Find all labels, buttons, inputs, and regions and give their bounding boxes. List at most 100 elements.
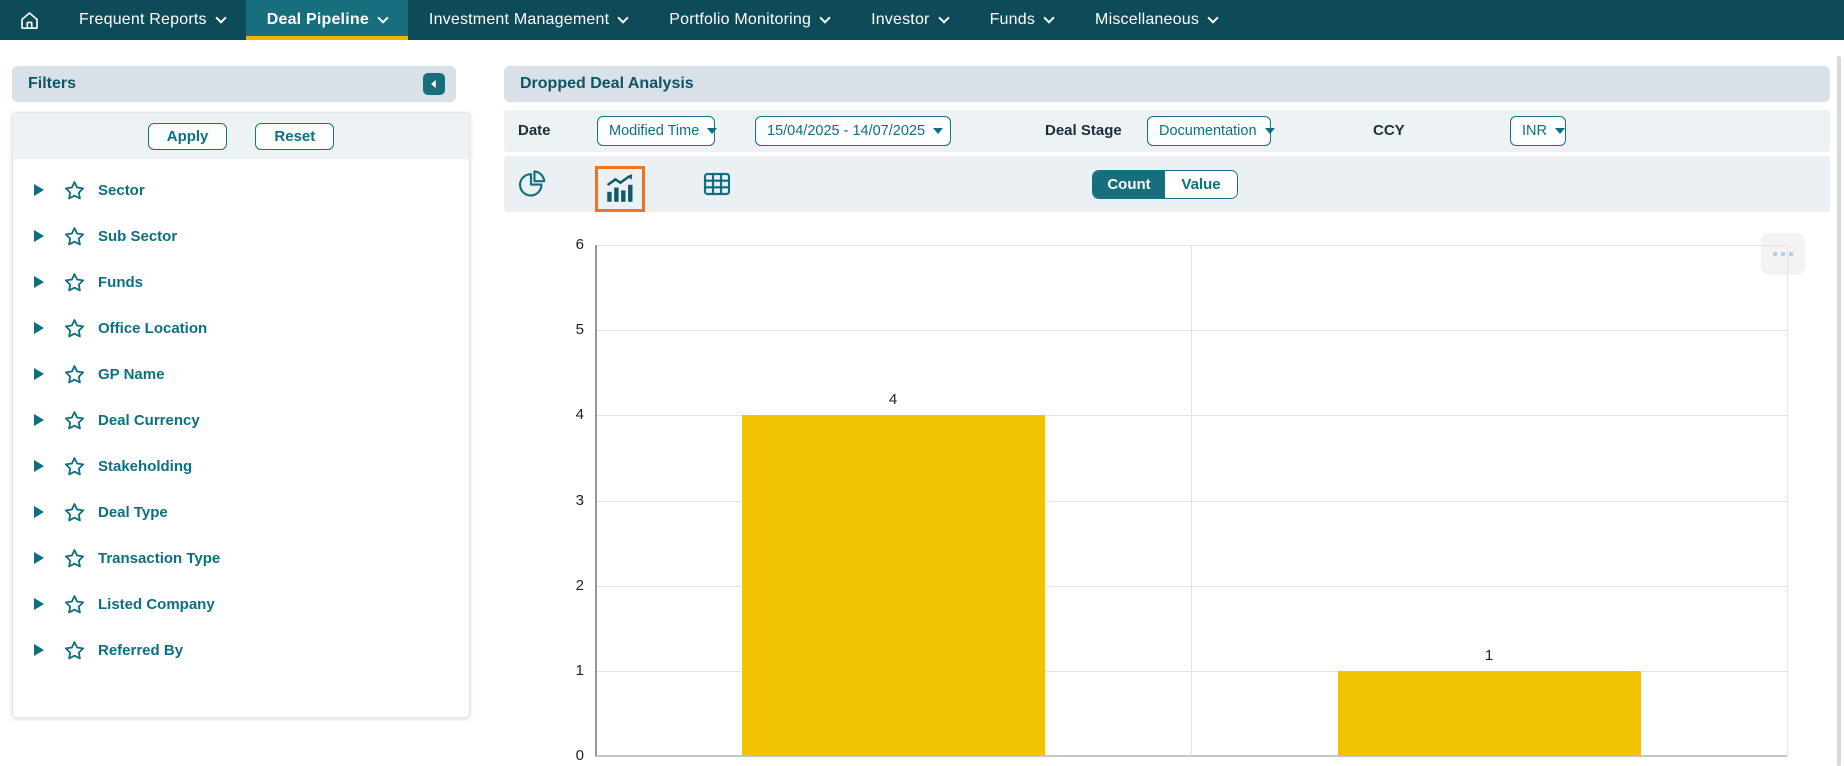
filter-item-office-location[interactable]: Office Location bbox=[13, 305, 469, 351]
nav-item-label: Funds bbox=[990, 11, 1035, 29]
star-icon[interactable] bbox=[63, 639, 86, 662]
chevron-down-icon bbox=[215, 12, 226, 23]
filter-item-sector[interactable]: Sector bbox=[13, 167, 469, 213]
ccy-dropdown[interactable]: INR bbox=[1510, 116, 1566, 146]
filter-item-label: Sector bbox=[98, 182, 145, 199]
nav-item-investment-management[interactable]: Investment Management bbox=[408, 0, 648, 40]
apply-button[interactable]: Apply bbox=[148, 123, 228, 150]
y-axis-line bbox=[595, 245, 597, 756]
expand-triangle-icon[interactable] bbox=[34, 552, 44, 564]
star-icon[interactable] bbox=[63, 317, 86, 340]
y-axis-tick-label: 3 bbox=[514, 492, 584, 510]
expand-triangle-icon[interactable] bbox=[34, 460, 44, 472]
expand-triangle-icon[interactable] bbox=[34, 184, 44, 196]
three-dots-icon bbox=[1781, 252, 1786, 257]
date-range-dropdown[interactable]: 15/04/2025 - 14/07/2025 bbox=[755, 116, 951, 146]
filter-item-listed-company[interactable]: Listed Company bbox=[13, 581, 469, 627]
table-view-button[interactable] bbox=[700, 167, 734, 201]
chevron-down-icon bbox=[377, 12, 388, 23]
table-icon bbox=[701, 168, 733, 200]
date-field-dropdown[interactable]: Modified Time bbox=[597, 116, 715, 146]
nav-item-label: Investor bbox=[871, 11, 930, 29]
vertical-gridline bbox=[1787, 245, 1788, 756]
star-icon[interactable] bbox=[63, 501, 86, 524]
value-toggle-button[interactable]: Value bbox=[1165, 171, 1237, 198]
star-icon[interactable] bbox=[63, 225, 86, 248]
nav-item-investor[interactable]: Investor bbox=[850, 0, 969, 40]
star-icon[interactable] bbox=[63, 593, 86, 616]
metric-toggle: Count Value bbox=[1092, 170, 1238, 199]
bar-chart-view-button[interactable] bbox=[595, 166, 645, 212]
expand-triangle-icon[interactable] bbox=[34, 368, 44, 380]
collapse-filters-button[interactable] bbox=[423, 73, 445, 95]
dropdown-caret-icon bbox=[707, 128, 717, 134]
star-icon[interactable] bbox=[63, 409, 86, 432]
bar-data-point-1[interactable] bbox=[1338, 671, 1641, 756]
filter-item-gp-name[interactable]: GP Name bbox=[13, 351, 469, 397]
chevron-down-icon bbox=[1043, 12, 1054, 23]
three-dots-icon bbox=[1773, 252, 1778, 257]
expand-triangle-icon[interactable] bbox=[34, 644, 44, 656]
filter-item-label: Sub Sector bbox=[98, 228, 177, 245]
top-nav: Frequent ReportsDeal PipelineInvestment … bbox=[0, 0, 1844, 40]
chart-context-menu-button[interactable] bbox=[1761, 233, 1805, 275]
filter-item-deal-currency[interactable]: Deal Currency bbox=[13, 397, 469, 443]
expand-triangle-icon[interactable] bbox=[34, 506, 44, 518]
filter-item-referred-by[interactable]: Referred By bbox=[13, 627, 469, 673]
y-axis-tick-label: 4 bbox=[514, 406, 584, 424]
bar-chart-icon bbox=[603, 172, 637, 206]
deal-stage-dropdown[interactable]: Documentation bbox=[1147, 116, 1271, 146]
filter-item-deal-type[interactable]: Deal Type bbox=[13, 489, 469, 535]
filter-item-label: Referred By bbox=[98, 642, 183, 659]
bar-data-point-0[interactable] bbox=[742, 415, 1045, 756]
nav-item-portfolio-monitoring[interactable]: Portfolio Monitoring bbox=[648, 0, 850, 40]
nav-item-label: Portfolio Monitoring bbox=[669, 11, 811, 29]
dropdown-caret-icon bbox=[1265, 128, 1275, 134]
nav-item-frequent-reports[interactable]: Frequent Reports bbox=[58, 0, 246, 40]
filter-item-label: Deal Currency bbox=[98, 412, 200, 429]
filter-item-sub-sector[interactable]: Sub Sector bbox=[13, 213, 469, 259]
filter-item-funds[interactable]: Funds bbox=[13, 259, 469, 305]
expand-triangle-icon[interactable] bbox=[34, 598, 44, 610]
filter-item-transaction-type[interactable]: Transaction Type bbox=[13, 535, 469, 581]
y-axis-tick-label: 1 bbox=[514, 662, 584, 680]
filters-panel: Apply Reset Sector Sub Sector FundsOffice … bbox=[12, 112, 470, 718]
reset-button[interactable]: Reset bbox=[255, 123, 334, 150]
filters-panel-header: Filters bbox=[12, 66, 456, 102]
filter-item-label: Transaction Type bbox=[98, 550, 220, 567]
main-panel-header: Dropped Deal Analysis bbox=[504, 66, 1830, 102]
star-icon[interactable] bbox=[63, 363, 86, 386]
filter-item-label: Listed Company bbox=[98, 596, 215, 613]
star-icon[interactable] bbox=[63, 455, 86, 478]
filter-item-label: Deal Type bbox=[98, 504, 168, 521]
filters-title: Filters bbox=[28, 75, 76, 93]
y-axis-tick-label: 0 bbox=[514, 747, 584, 765]
star-icon[interactable] bbox=[63, 547, 86, 570]
expand-triangle-icon[interactable] bbox=[34, 414, 44, 426]
nav-item-deal-pipeline[interactable]: Deal Pipeline bbox=[246, 0, 408, 40]
star-icon[interactable] bbox=[63, 179, 86, 202]
nav-item-label: Miscellaneous bbox=[1095, 11, 1199, 29]
count-toggle-button[interactable]: Count bbox=[1093, 171, 1165, 198]
chart-toolbar-row: Count Value bbox=[504, 156, 1830, 212]
nav-item-funds[interactable]: Funds bbox=[969, 0, 1074, 40]
chevron-down-icon bbox=[938, 12, 949, 23]
vertical-scrollbar[interactable] bbox=[1837, 56, 1841, 766]
nav-item-miscellaneous[interactable]: Miscellaneous bbox=[1074, 0, 1238, 40]
home-icon bbox=[18, 9, 41, 32]
vertical-gridline bbox=[1191, 245, 1192, 756]
deal-stage-value: Documentation bbox=[1159, 123, 1257, 139]
expand-triangle-icon[interactable] bbox=[34, 322, 44, 334]
deal-stage-label: Deal Stage bbox=[1045, 122, 1122, 139]
nav-items: Frequent ReportsDeal PipelineInvestment … bbox=[58, 0, 1238, 40]
date-label: Date bbox=[518, 122, 551, 139]
expand-triangle-icon[interactable] bbox=[34, 276, 44, 288]
filter-item-stakeholding[interactable]: Stakeholding bbox=[13, 443, 469, 489]
pie-chart-view-button[interactable] bbox=[515, 168, 547, 200]
home-button[interactable] bbox=[0, 0, 58, 40]
expand-triangle-icon[interactable] bbox=[34, 230, 44, 242]
dropdown-caret-icon bbox=[933, 128, 943, 134]
filter-item-label: GP Name bbox=[98, 366, 164, 383]
dropdown-caret-icon bbox=[1555, 128, 1565, 134]
star-icon[interactable] bbox=[63, 271, 86, 294]
